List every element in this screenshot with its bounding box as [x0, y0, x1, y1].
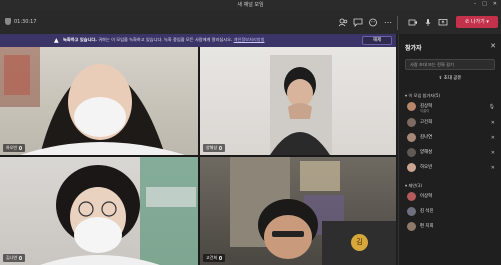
invite-search-input[interactable]: 사람 초대 또는 전화 걸기 — [405, 59, 495, 70]
mic-icon — [219, 146, 223, 150]
self-preview[interactable]: 김 — [322, 221, 396, 265]
participant-name-tag: 고건희 — [203, 254, 226, 262]
maximize-icon[interactable]: □ — [482, 1, 487, 7]
recording-bold-text: 녹화하고 있습니다. — [63, 37, 97, 42]
participant-row[interactable]: 김나연 ✕ — [405, 132, 497, 145]
leave-button[interactable]: ✆ 나가기 ▾ — [456, 16, 498, 28]
avatar — [407, 222, 416, 231]
video-feed — [270, 55, 332, 155]
toolbar-divider — [397, 16, 398, 30]
close-panel-icon[interactable]: ✕ — [490, 42, 496, 50]
mic-icon — [219, 256, 223, 260]
share-invite-button[interactable]: ⇪ 초대 공유 — [405, 73, 495, 84]
mic-icon — [19, 146, 23, 150]
tile-name: 김나연 — [6, 255, 18, 260]
leave-label: 나가기 — [470, 19, 485, 25]
teams-meeting-window: 새 채널 모임 – □ ✕ 01:30:17 ⋯ ✆ 나가기 ▾ ▲ 녹화하고 … — [0, 0, 501, 265]
self-avatar: 김 — [351, 234, 368, 251]
window-title: 새 채널 모임 — [237, 2, 264, 8]
recording-banner: ▲ 녹화하고 있습니다. 귀하는 이 모임을 녹화하고 있습니다. 녹화 중임을… — [0, 34, 396, 47]
participant-row[interactable]: 고건희 ✕ — [405, 117, 497, 130]
avatar — [407, 118, 416, 127]
microphone-icon[interactable] — [423, 18, 433, 27]
participant-row[interactable]: 하오빈 ✕ — [405, 162, 497, 175]
section-label: 이 모임 참가자(5) — [408, 93, 441, 98]
video-tile[interactable]: 하오빈 — [0, 47, 198, 155]
mic-icon — [19, 256, 23, 260]
suggestions-section-header[interactable]: ▾ 제안(3) — [405, 183, 422, 189]
suggestion-name: 이상혁 — [420, 194, 433, 199]
video-grid: 하오빈 양해성 김나연 고건희 김 — [0, 47, 396, 265]
avatar — [407, 102, 416, 111]
avatar — [407, 148, 416, 157]
participant-role: 이끌이 — [420, 109, 430, 113]
privacy-link[interactable]: 개인정보처리방침 — [234, 37, 265, 42]
warning-icon: ▲ — [54, 37, 59, 44]
participant-name: 양해성 — [420, 150, 433, 155]
chevron-down-icon[interactable]: ▾ — [485, 19, 489, 25]
participant-row[interactable]: 양해성 ✕ — [405, 147, 497, 160]
timer-text: 01:30:17 — [14, 18, 37, 25]
participant-name: 김나연 — [420, 135, 433, 140]
dismiss-button[interactable]: 해제 — [362, 36, 392, 45]
share-screen-icon[interactable] — [438, 18, 448, 27]
reactions-icon[interactable] — [368, 18, 378, 27]
chat-icon[interactable] — [353, 18, 363, 27]
mic-off-icon: ✕ — [490, 135, 495, 141]
tile-name: 고건희 — [206, 255, 218, 260]
participants-section-header[interactable]: ▾ 이 모임 참가자(5) — [405, 93, 440, 99]
participant-name-tag: 양해성 — [203, 144, 226, 152]
participant-name-tag: 김나연 — [3, 254, 26, 262]
window-controls: – □ ✕ — [474, 1, 497, 7]
suggestion-name: 편 지희 — [420, 224, 434, 229]
recording-message: 녹화하고 있습니다. 귀하는 이 모임을 녹화하고 있습니다. 녹화 중임을 모… — [63, 37, 264, 43]
mic-off-icon: ✕ — [490, 165, 495, 171]
people-icon[interactable] — [338, 18, 348, 27]
shield-icon — [5, 18, 11, 25]
tile-name: 하오빈 — [6, 145, 18, 150]
suggestion-row[interactable]: 이상혁 — [405, 191, 497, 204]
participant-name: 하오빈 — [420, 165, 433, 170]
recording-message-text: 귀하는 이 모임을 녹화하고 있습니다. 녹화 중임을 모든 사람에게 알리십시… — [96, 37, 234, 42]
close-icon[interactable]: ✕ — [493, 1, 497, 7]
tile-name: 양해성 — [206, 145, 218, 150]
panel-title: 참가자 — [405, 45, 422, 52]
meeting-toolbar: 01:30:17 ⋯ ✆ 나가기 ▾ — [0, 10, 501, 34]
minimize-icon[interactable]: – — [474, 1, 477, 7]
video-tile[interactable]: 김나연 — [0, 157, 198, 265]
suggestion-row[interactable]: 김 석진 — [405, 206, 497, 219]
suggestion-name: 김 석진 — [420, 209, 434, 214]
title-bar: 새 채널 모임 – □ ✕ — [0, 0, 501, 10]
mic-off-icon: ✕ — [490, 120, 495, 126]
participants-panel: 참가자 ✕ 사람 초대 또는 전화 걸기 ⇪ 초대 공유 ▾ 이 모임 참가자(… — [398, 34, 501, 265]
video-feed — [40, 157, 198, 265]
avatar — [407, 207, 416, 216]
avatar — [407, 192, 416, 201]
section-label: 제안(3) — [408, 183, 423, 188]
mic-off-icon: ✕ — [490, 150, 495, 156]
meeting-timer: 01:30:17 — [5, 18, 36, 25]
video-feed — [0, 47, 185, 155]
more-icon[interactable]: ⋯ — [383, 18, 393, 27]
mic-icon: 🎙 — [488, 104, 495, 110]
suggestion-row[interactable]: 편 지희 — [405, 221, 497, 234]
participant-row[interactable]: 김상혁 이끌이 🎙 — [405, 101, 497, 114]
participant-name: 고건희 — [420, 120, 433, 125]
participant-name-tag: 하오빈 — [3, 144, 26, 152]
camera-icon[interactable] — [408, 18, 418, 27]
avatar — [407, 133, 416, 142]
share-invite-label: 초대 공유 — [443, 76, 462, 81]
video-tile[interactable]: 양해성 — [200, 47, 396, 155]
avatar — [407, 163, 416, 172]
